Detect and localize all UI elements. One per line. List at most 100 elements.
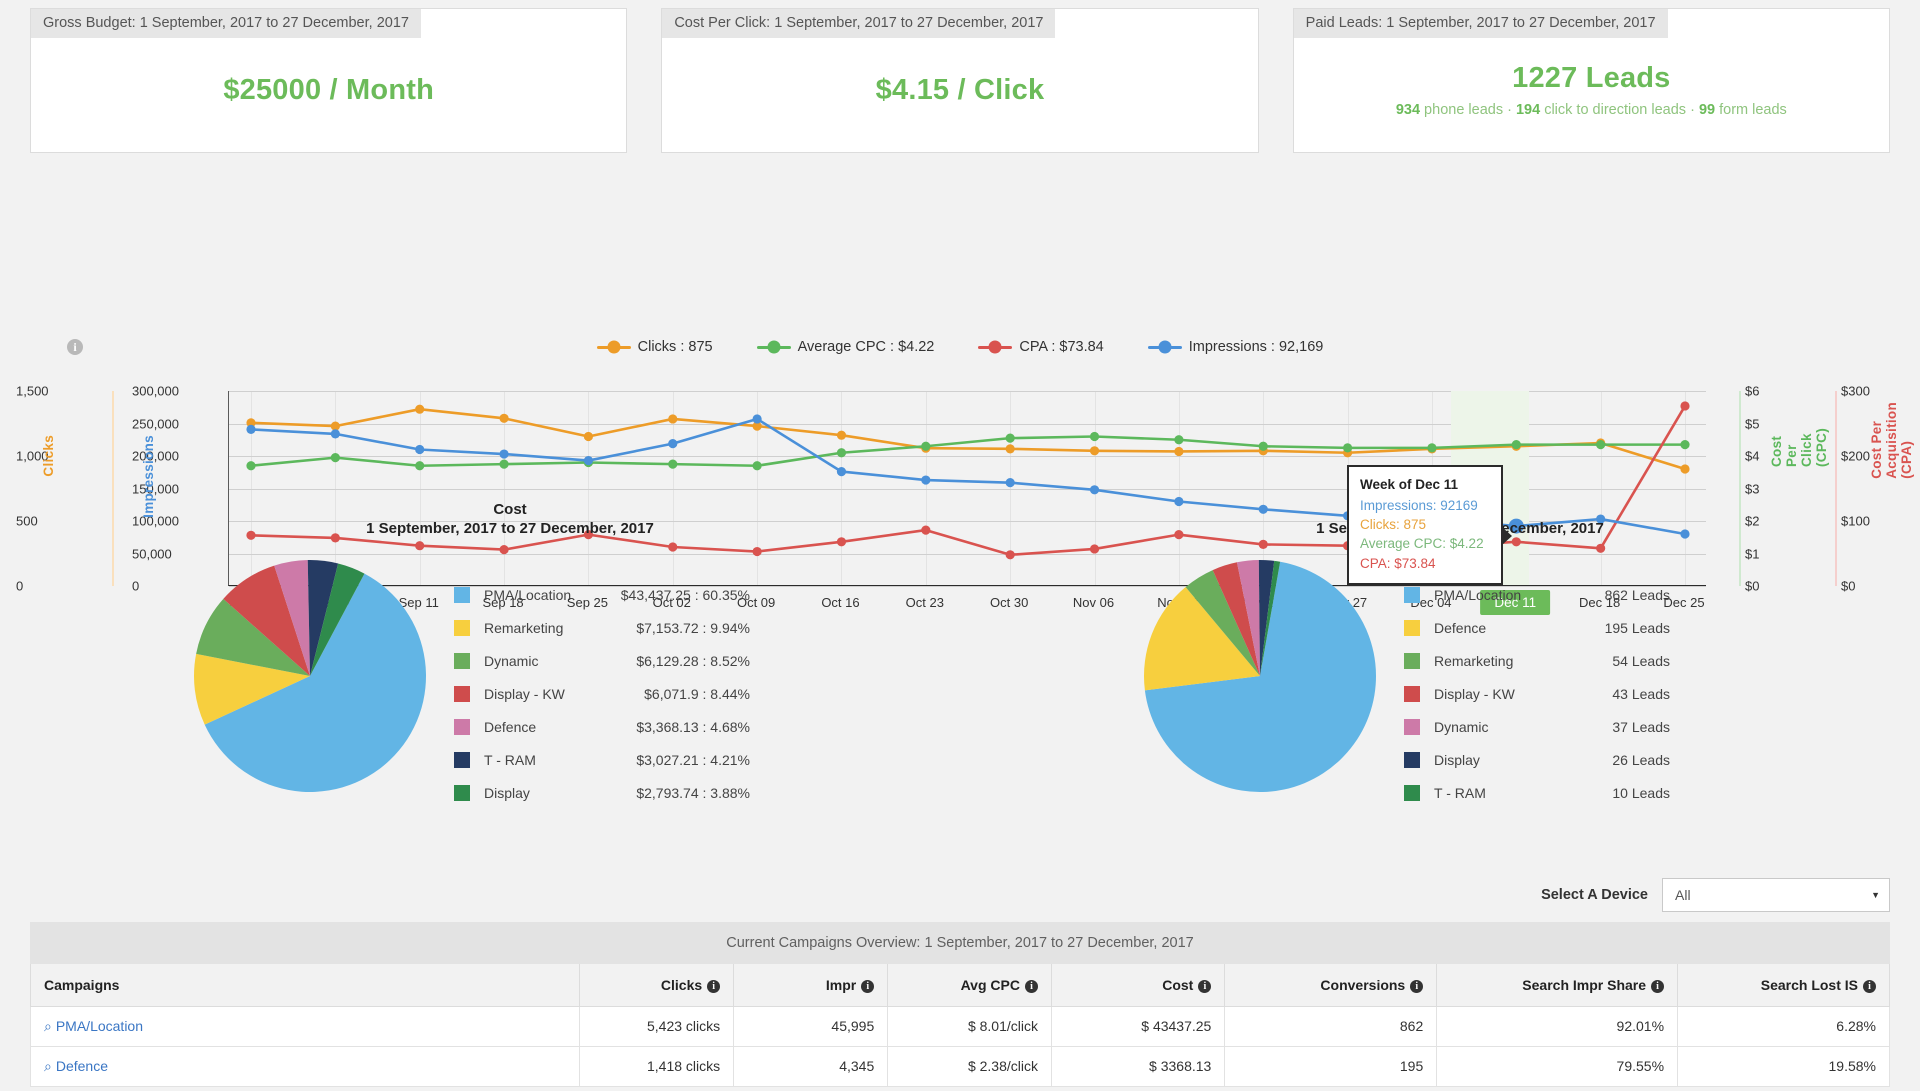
chart-data-point[interactable] [415, 444, 425, 455]
pie-legend-value: $7,153.72 : 9.94% [636, 619, 750, 636]
chart-data-point[interactable] [583, 431, 594, 442]
chart-data-point[interactable] [1174, 446, 1184, 457]
chart-data-point[interactable] [1511, 440, 1521, 450]
chart-data-point[interactable] [836, 448, 847, 458]
chart-data-point[interactable] [415, 461, 425, 471]
chart-data-point[interactable] [1680, 401, 1690, 411]
info-icon[interactable]: i [1198, 979, 1212, 993]
pie-legend-value: $6,071.9 : 8.44% [644, 685, 750, 702]
chart-data-point[interactable] [1258, 441, 1268, 451]
chart-data-point[interactable] [668, 439, 678, 449]
campaign-link[interactable]: PMA/Location [56, 1018, 143, 1034]
chart-data-point[interactable] [1427, 443, 1437, 453]
pie-legend-row[interactable]: T - RAM 10 Leads [1404, 776, 1670, 809]
table-row[interactable]: ⌕ PMA/Location 5,423 clicks 45,995 $ 8.01/cl… [29, 1005, 1890, 1047]
table-header-cell[interactable]: Search Lost IS i [1677, 964, 1890, 1007]
chart-data-point[interactable] [1174, 435, 1184, 445]
chart-data-point[interactable] [668, 414, 678, 424]
pie-legend-value: 54 Leads [1612, 652, 1670, 669]
chart-legend-item[interactable]: Clicks : 875 [596, 339, 713, 355]
chart-data-point[interactable] [836, 467, 847, 477]
table-header-cell[interactable]: Conversions i [1224, 964, 1438, 1007]
chart-data-point[interactable] [330, 453, 340, 463]
pie-legend-value: 26 Leads [1612, 751, 1670, 768]
pie-legend-swatch [1404, 718, 1420, 735]
chart-data-point[interactable] [1680, 440, 1690, 450]
chart-data-point[interactable] [1005, 478, 1015, 488]
table-header-cell[interactable]: Campaigns [29, 964, 581, 1007]
chart-data-point[interactable] [1005, 444, 1015, 454]
pie-flex-cost: PMA/Location $43,437.25 : 60.35% Remarketi… [190, 556, 830, 809]
info-icon[interactable]: i [1410, 979, 1424, 993]
chart-data-point[interactable] [1089, 431, 1100, 442]
pie-legend-row[interactable]: Remarketing 54 Leads [1404, 644, 1670, 677]
search-icon: ⌕ [44, 1017, 52, 1034]
pie-title-cost-line1: Cost [493, 501, 527, 518]
tooltip-title: Week of Dec 11 [1360, 477, 1459, 492]
chart-data-point[interactable] [415, 404, 425, 414]
dashboard-page: Gross Budget: 1 September, 2017 to 27 De… [0, 0, 1920, 1091]
pie-legend-row[interactable]: Display - KW $6,071.9 : 8.44% [454, 677, 750, 710]
chart-legend-label: CPA : $73.84 [1019, 339, 1104, 355]
chart-data-point[interactable] [1342, 443, 1353, 453]
campaign-link[interactable]: Defence [56, 1058, 108, 1074]
chart-data-point[interactable] [1089, 485, 1100, 495]
table-header-cell[interactable]: Clicks i [579, 964, 735, 1007]
info-icon[interactable]: i [861, 979, 875, 993]
chart-data-point[interactable] [583, 455, 594, 466]
pie-legend-row[interactable]: Dynamic $6,129.28 : 8.52% [454, 644, 750, 677]
chart-data-point[interactable] [246, 424, 256, 434]
pie-legend-row[interactable]: Defence 195 Leads [1404, 611, 1670, 644]
pie-legend-row[interactable]: Defence $3,368.13 : 4.68% [454, 710, 750, 743]
table-cell: 1,418 clicks [579, 1045, 735, 1087]
table-header-cell[interactable]: Impr i [733, 964, 889, 1007]
info-icon[interactable]: i [707, 979, 721, 993]
chart-legend: Clicks : 875 Average CPC : $4.22 CPA : $73… [0, 339, 1920, 355]
pie-legend-swatch [454, 751, 470, 768]
chart-data-point[interactable] [1596, 440, 1606, 450]
kpi-sub-paid-leads: 934 phone leads · 194 click to direction… [1396, 102, 1787, 118]
pie-legend-label: Dynamic [484, 652, 539, 669]
table-row[interactable]: ⌕ Defence 1,418 clicks 4,345 $ 2.38/click $ 3… [29, 1045, 1890, 1087]
pie-legend-row[interactable]: Display $2,793.74 : 3.88% [454, 776, 750, 809]
pie-legend-row[interactable]: Display 26 Leads [1404, 743, 1670, 776]
pie-legend-label: Defence [1434, 619, 1487, 636]
chart-data-point[interactable] [330, 429, 340, 439]
pie-legend-row[interactable]: Dynamic 37 Leads [1404, 710, 1670, 743]
table-header-cell[interactable]: Avg CPC i [887, 964, 1052, 1007]
ctd-leads-text: click to direction leads · [1540, 102, 1699, 118]
chart-data-point[interactable] [1680, 464, 1690, 474]
info-icon[interactable]: i [1863, 979, 1876, 993]
pie-legend-row[interactable]: PMA/Location $43,437.25 : 60.35% [454, 578, 750, 611]
table-header-label: Search Lost IS [1760, 976, 1858, 993]
chart-data-point[interactable] [921, 475, 931, 485]
chart-data-point[interactable] [752, 414, 762, 424]
axis-tick-label: $3 [1745, 481, 1760, 496]
chart-legend-item[interactable]: CPA : $73.84 [978, 339, 1104, 355]
info-icon[interactable]: i [1024, 979, 1038, 993]
pie-legend-row[interactable]: Display - KW 43 Leads [1404, 677, 1670, 710]
table-header-cell[interactable]: Search Impr Share i [1436, 964, 1679, 1007]
pie-legend-row[interactable]: T - RAM $3,027.21 : 4.21% [454, 743, 750, 776]
chart-data-point[interactable] [499, 459, 509, 469]
pie-legend-row[interactable]: Remarketing $7,153.72 : 9.94% [454, 611, 750, 644]
chart-data-point[interactable] [752, 461, 762, 471]
info-icon[interactable]: i [1651, 979, 1665, 993]
chart-data-point[interactable] [1089, 446, 1100, 456]
chart-data-point[interactable] [921, 441, 931, 451]
chart-data-point[interactable] [499, 449, 509, 459]
chart-legend-item[interactable]: Impressions : 92,169 [1147, 339, 1323, 355]
pie-title-cost: Cost 1 September, 2017 to 27 December, 2… [190, 500, 830, 538]
chart-data-point[interactable] [836, 430, 847, 440]
table-header-cell[interactable]: Cost i [1050, 964, 1226, 1007]
pie-section: Cost 1 September, 2017 to 27 December, 2… [0, 500, 1920, 801]
device-select-value: All [1675, 887, 1691, 903]
chart-data-point[interactable] [246, 461, 256, 471]
chart-legend-item[interactable]: Average CPC : $4.22 [756, 339, 934, 355]
chart-data-point[interactable] [1005, 433, 1015, 443]
device-select[interactable]: All ▼ [1662, 878, 1890, 912]
phone-leads-count: 934 [1395, 102, 1421, 118]
axis-title-cpc: Cost Per Click (CPC) [1769, 428, 1829, 467]
chart-data-point[interactable] [499, 413, 509, 423]
chart-data-point[interactable] [668, 459, 678, 469]
